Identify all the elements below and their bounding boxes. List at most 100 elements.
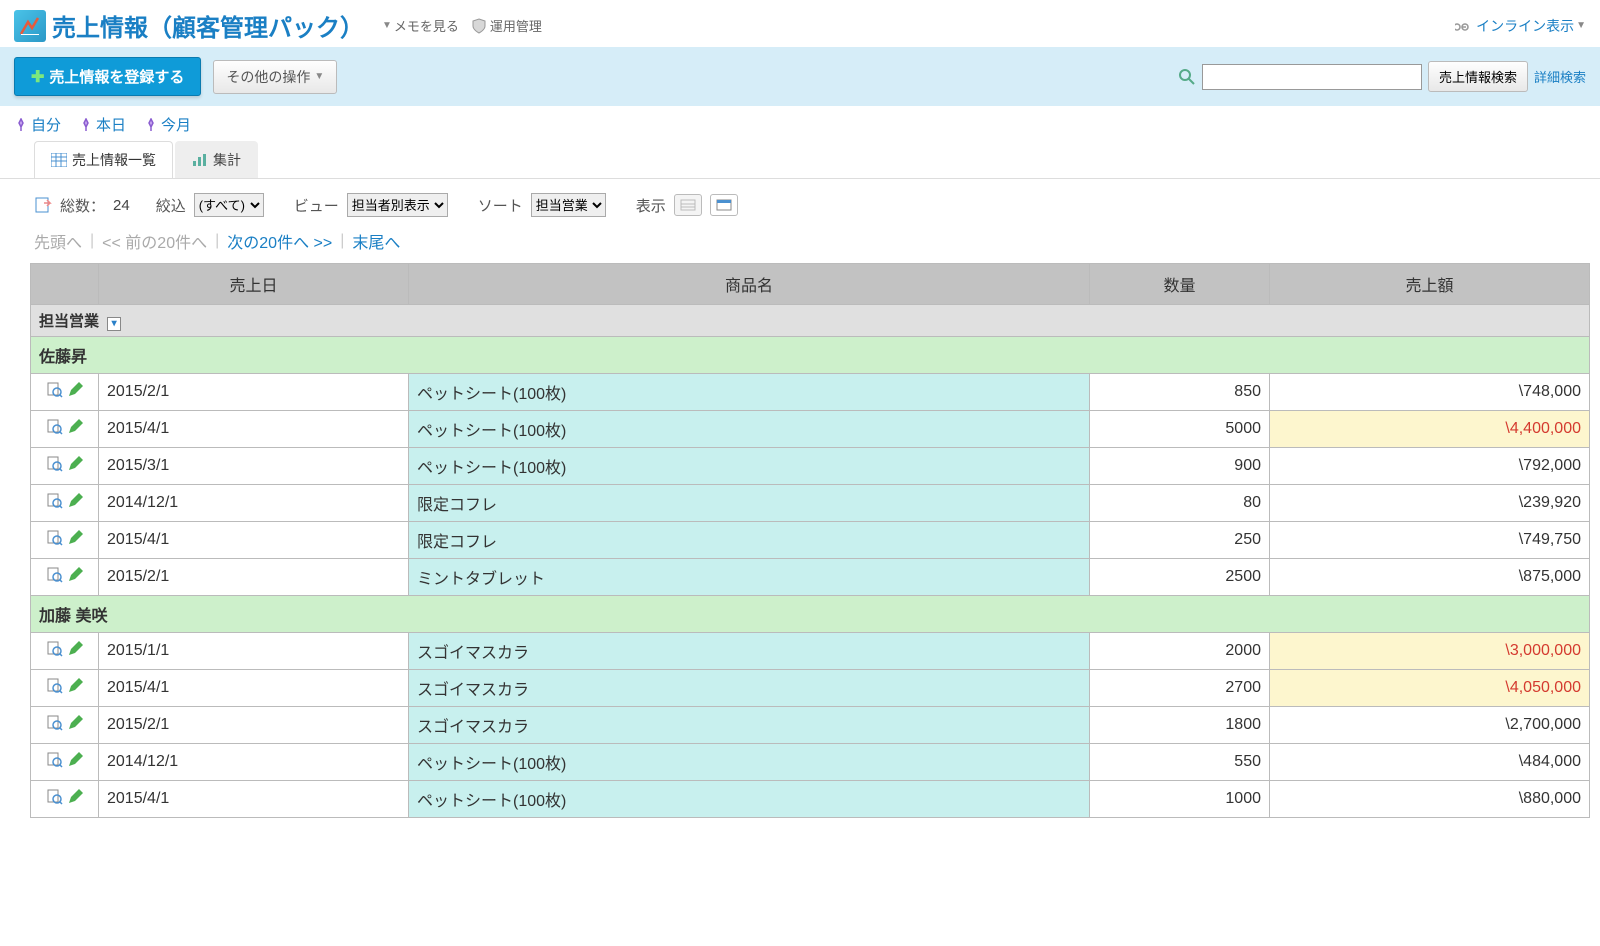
export-icon[interactable] (34, 196, 52, 214)
group-dropdown-icon[interactable]: ▾ (107, 317, 121, 331)
edit-icon[interactable] (67, 641, 83, 657)
register-label: 売上情報を登録する (49, 66, 184, 87)
amount-cell: \748,000 (1270, 374, 1590, 411)
pin-icon (79, 118, 93, 132)
pager-last[interactable]: 末尾へ (352, 229, 400, 253)
pin-icon (144, 118, 158, 132)
amount-cell: \3,000,000 (1270, 633, 1590, 670)
date-cell: 2014/12/1 (99, 485, 409, 522)
triangle-down-icon: ▼ (1576, 20, 1586, 31)
register-button[interactable]: ✚ 売上情報を登録する (14, 57, 201, 96)
pager-next[interactable]: 次の20件へ >> (227, 229, 332, 253)
amount-cell: \4,050,000 (1270, 670, 1590, 707)
group-name-cell: 佐藤昇 (31, 337, 1590, 374)
other-operations-button[interactable]: その他の操作 ▼ (213, 60, 337, 94)
amount-cell: \4,400,000 (1270, 411, 1590, 448)
view-mode-compact-button[interactable] (674, 194, 702, 216)
date-cell: 2014/12/1 (99, 744, 409, 781)
view-select[interactable]: 担当者別表示 (347, 193, 448, 217)
pin-icon (14, 118, 28, 132)
view-mode-card-button[interactable] (710, 194, 738, 216)
col-amount[interactable]: 売上額 (1270, 264, 1590, 305)
page-title: 売上情報（顧客管理パック） (52, 8, 364, 43)
table-row: 2014/12/1限定コフレ80\239,920 (31, 485, 1590, 522)
sales-table: 担当営業 ▾ 売上日 商品名 数量 売上額 佐藤昇2015/2/1ペットシート(… (30, 263, 1590, 818)
edit-icon[interactable] (67, 530, 83, 546)
product-cell: ペットシート(100枚) (409, 411, 1090, 448)
date-cell: 2015/2/1 (99, 707, 409, 744)
actions-cell (31, 744, 99, 781)
product-cell: 限定コフレ (409, 485, 1090, 522)
pager-first: 先頭へ (34, 229, 82, 253)
detail-icon[interactable] (47, 456, 63, 472)
detail-icon[interactable] (47, 419, 63, 435)
detail-icon[interactable] (47, 530, 63, 546)
col-date[interactable]: 売上日 (99, 264, 409, 305)
detail-icon[interactable] (47, 752, 63, 768)
advanced-search-link[interactable]: 詳細検索 (1534, 67, 1586, 86)
tab-1[interactable]: 集計 (175, 141, 258, 178)
table-row: 2015/3/1ペットシート(100枚)900\792,000 (31, 448, 1590, 485)
detail-icon[interactable] (47, 789, 63, 805)
qty-cell: 80 (1090, 485, 1270, 522)
col-actions (31, 264, 99, 305)
table-row: 2015/4/1ペットシート(100枚)5000\4,400,000 (31, 411, 1590, 448)
sort-select[interactable]: 担当営業 (531, 193, 606, 217)
qty-cell: 2500 (1090, 559, 1270, 596)
actions-cell (31, 633, 99, 670)
filter-select[interactable]: (すべて) (194, 193, 264, 217)
product-cell: スゴイマスカラ (409, 707, 1090, 744)
detail-icon[interactable] (47, 641, 63, 657)
shield-icon (471, 18, 487, 34)
actions-cell (31, 781, 99, 818)
col-product[interactable]: 商品名 (409, 264, 1090, 305)
filter-label: 絞込 (156, 195, 186, 216)
amount-cell: \484,000 (1270, 744, 1590, 781)
view-memo-link[interactable]: ▼ メモを見る (382, 16, 459, 35)
amount-cell: \875,000 (1270, 559, 1590, 596)
product-cell: スゴイマスカラ (409, 633, 1090, 670)
pin-link-0[interactable]: 自分 (14, 114, 61, 135)
pin-link-1[interactable]: 本日 (79, 114, 126, 135)
edit-icon[interactable] (67, 789, 83, 805)
operation-management-link[interactable]: 運用管理 (471, 16, 542, 35)
detail-icon[interactable] (47, 493, 63, 509)
detail-icon[interactable] (47, 567, 63, 583)
qty-cell: 2700 (1090, 670, 1270, 707)
detail-icon[interactable] (47, 678, 63, 694)
edit-icon[interactable] (67, 678, 83, 694)
amount-cell: \749,750 (1270, 522, 1590, 559)
edit-icon[interactable] (67, 715, 83, 731)
operation-label: 運用管理 (490, 16, 542, 35)
tab-label: 売上情報一覧 (72, 150, 156, 170)
actions-cell (31, 670, 99, 707)
amount-cell: \2,700,000 (1270, 707, 1590, 744)
detail-icon[interactable] (47, 715, 63, 731)
tab-0[interactable]: 売上情報一覧 (34, 141, 173, 178)
inline-display-link[interactable]: インライン表示 ▼ (1455, 16, 1586, 36)
edit-icon[interactable] (67, 567, 83, 583)
date-cell: 2015/4/1 (99, 522, 409, 559)
date-cell: 2015/3/1 (99, 448, 409, 485)
qty-cell: 550 (1090, 744, 1270, 781)
actions-cell (31, 448, 99, 485)
col-qty[interactable]: 数量 (1090, 264, 1270, 305)
edit-icon[interactable] (67, 419, 83, 435)
date-cell: 2015/4/1 (99, 781, 409, 818)
search-icon[interactable] (1178, 68, 1196, 86)
edit-icon[interactable] (67, 493, 83, 509)
inline-label: インライン表示 (1476, 16, 1574, 36)
qty-cell: 900 (1090, 448, 1270, 485)
edit-icon[interactable] (67, 752, 83, 768)
date-cell: 2015/4/1 (99, 411, 409, 448)
edit-icon[interactable] (67, 456, 83, 472)
triangle-down-icon: ▼ (314, 71, 324, 82)
other-ops-label: その他の操作 (226, 67, 310, 87)
qty-cell: 250 (1090, 522, 1270, 559)
pin-link-2[interactable]: 今月 (144, 114, 191, 135)
edit-icon[interactable] (67, 382, 83, 398)
search-button[interactable]: 売上情報検索 (1428, 61, 1528, 92)
search-input[interactable] (1202, 64, 1422, 90)
table-row: 2015/2/1ペットシート(100枚)850\748,000 (31, 374, 1590, 411)
detail-icon[interactable] (47, 382, 63, 398)
